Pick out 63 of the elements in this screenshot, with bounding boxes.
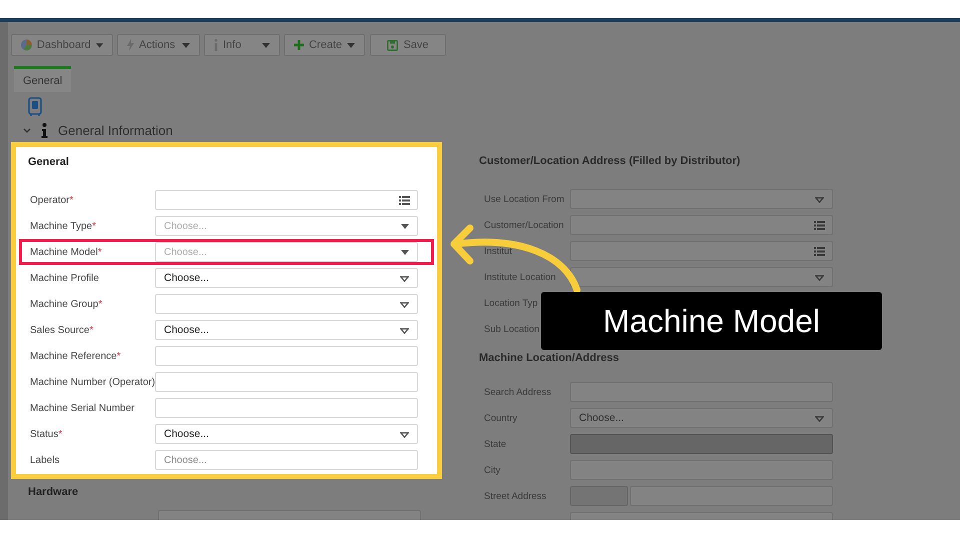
caret-icon <box>815 416 824 422</box>
toolbar-button[interactable]: Save <box>370 34 446 56</box>
lookup-field[interactable] <box>570 241 833 261</box>
group-title: Hardware <box>28 486 80 500</box>
dropdown-field[interactable]: Choose... <box>155 424 418 444</box>
dropdown-field[interactable] <box>570 267 833 287</box>
field-label: Machine Model* <box>30 246 103 258</box>
caret-icon <box>815 197 824 203</box>
toolbar-button[interactable]: Dashboard <box>11 34 113 56</box>
dropdown-field[interactable]: Choose... <box>155 216 418 236</box>
pie-chart-icon <box>21 39 32 51</box>
field-label: Machine Type* <box>30 220 97 232</box>
field-label: Machine Reference* <box>30 350 122 362</box>
group-title: Customer/Location Address (Filled by Distributor) <box>479 155 742 169</box>
field-label: Institut <box>484 246 513 256</box>
tab[interactable]: General <box>14 66 72 92</box>
field-label: State <box>484 438 508 450</box>
field-label: Labels <box>30 454 60 466</box>
group-title: General <box>27 156 70 170</box>
caret-icon <box>815 275 824 281</box>
field-label: City <box>484 464 502 476</box>
dropdown-field[interactable]: Choose... <box>155 242 418 262</box>
field-label: Use Location From <box>484 194 566 204</box>
list-icon <box>814 247 825 256</box>
field-label: Machine Profile <box>30 272 100 284</box>
caret-icon <box>401 250 409 255</box>
field-label: Location Typ <box>484 298 539 308</box>
info-icon <box>41 122 48 138</box>
dropdown-field[interactable]: Choose... <box>155 320 418 340</box>
dropdown-field[interactable]: Choose... <box>570 408 833 428</box>
dropdown-field[interactable]: Choose... <box>155 268 418 288</box>
list-icon <box>814 221 825 230</box>
field-label: Machine Group* <box>30 298 104 310</box>
field-label: Machine Number (Operator) <box>30 376 155 388</box>
lightning-icon <box>127 39 134 51</box>
group-title: Machine Location/Address <box>479 352 620 366</box>
field-label: Status* <box>30 428 64 440</box>
dropdown-field[interactable] <box>570 189 833 209</box>
toolbar-button[interactable]: Actions <box>117 34 200 56</box>
caret-icon <box>400 302 409 308</box>
field-label: Operator* <box>30 194 74 206</box>
device-icon <box>28 97 42 117</box>
caret-icon <box>400 328 409 334</box>
callout-label: Machine Model <box>541 292 882 350</box>
toolbar-button[interactable]: Create <box>284 34 365 56</box>
chevron-icon[interactable] <box>23 128 31 132</box>
field-label: Customer/Location <box>484 220 565 230</box>
field-label: Sub Location <box>484 324 540 334</box>
field-label: Institute Location <box>484 272 557 282</box>
field-label: Search Address <box>484 386 552 398</box>
field-label: Street Address <box>484 490 548 502</box>
caret-icon <box>400 276 409 282</box>
section-title: General Information <box>58 122 173 138</box>
list-icon <box>399 196 410 205</box>
caret-icon <box>400 432 409 438</box>
caret-icon <box>401 224 409 229</box>
save-icon <box>387 40 398 50</box>
field-label: Machine Serial Number <box>30 402 136 414</box>
field-label: Sales Source* <box>30 324 94 336</box>
toolbar-button[interactable]: Info <box>204 34 280 56</box>
field-label: Country <box>484 412 518 424</box>
lookup-field[interactable] <box>570 215 833 235</box>
plus-icon <box>294 40 304 50</box>
